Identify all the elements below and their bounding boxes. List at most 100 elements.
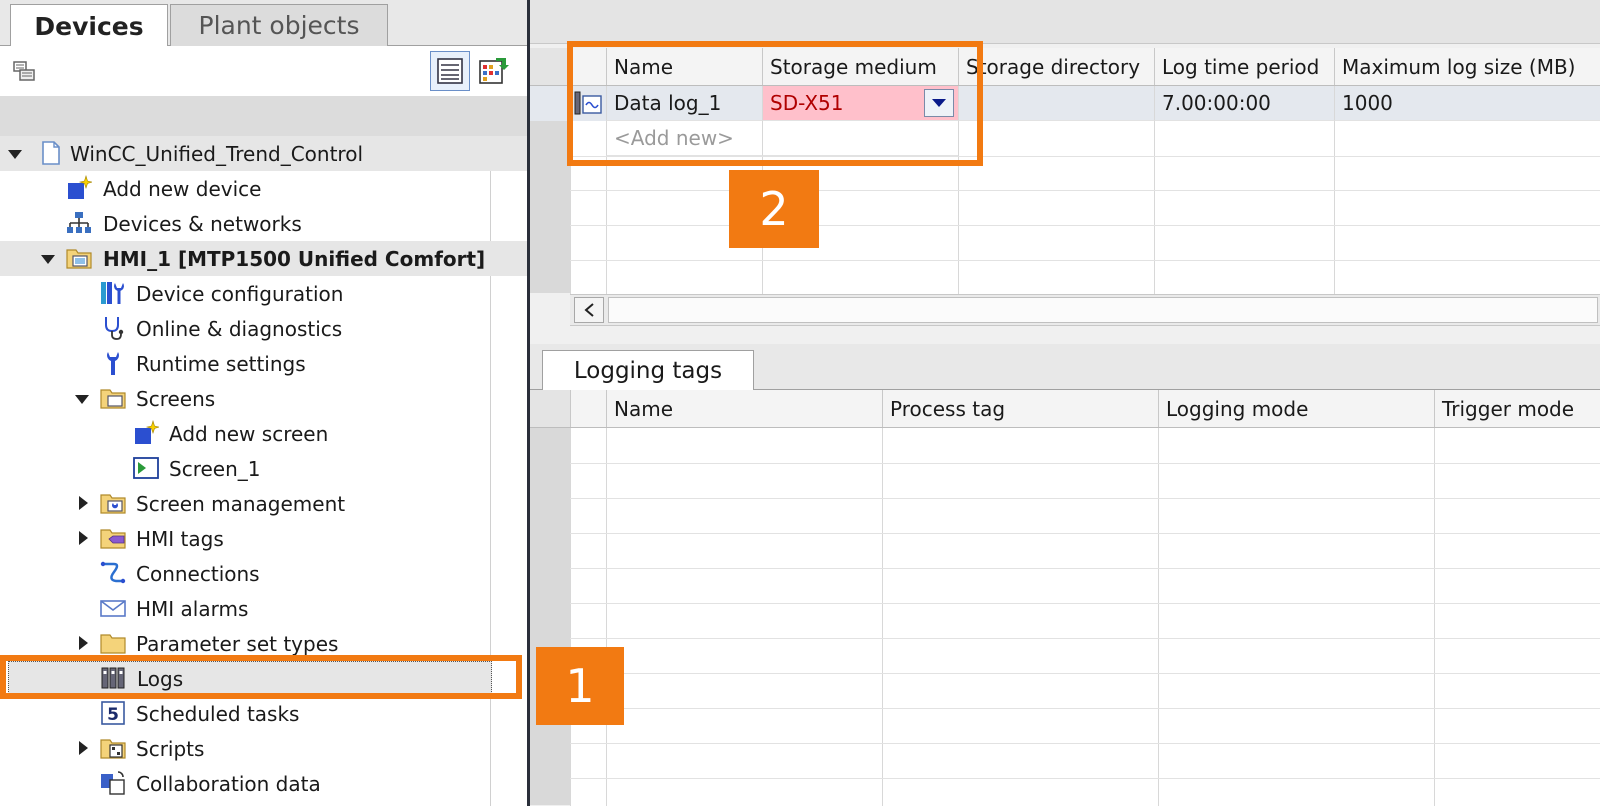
collapse-arrow-icon[interactable] bbox=[8, 147, 22, 161]
svg-text:5: 5 bbox=[107, 705, 119, 725]
logs-icon bbox=[101, 667, 125, 689]
tree-item-label: Devices & networks bbox=[103, 212, 302, 236]
column-header-trigger-mode[interactable]: Trigger mode bbox=[1434, 390, 1600, 427]
tab-devices[interactable]: Devices bbox=[10, 4, 168, 47]
folder-icon bbox=[100, 739, 126, 759]
project-tree-tabbar: Devices Plant objects bbox=[0, 0, 527, 47]
tree-item-screens[interactable]: Screens bbox=[0, 381, 527, 416]
tree-item-connections[interactable]: Connections bbox=[0, 556, 527, 591]
storage-medium-value: SD-X51 bbox=[770, 91, 844, 115]
grid-line bbox=[570, 260, 1600, 261]
tree-item-label: Connections bbox=[136, 562, 260, 586]
grid-line bbox=[570, 428, 571, 806]
grid-line bbox=[570, 638, 1600, 639]
cell-log-time-period[interactable]: 7.00:00:00 bbox=[1154, 86, 1334, 121]
collapse-arrow-icon[interactable] bbox=[75, 392, 89, 406]
column-header-logging-mode[interactable]: Logging mode bbox=[1158, 390, 1434, 427]
callout-badge-1: 1 bbox=[536, 647, 624, 725]
project-tree-toolbar bbox=[0, 46, 527, 96]
tree-item-label: Logs bbox=[137, 667, 184, 691]
tree-item-add-new-screen[interactable]: Add new screen bbox=[0, 416, 527, 451]
grid-line bbox=[1158, 428, 1159, 806]
tree-item-label: Screen management bbox=[136, 492, 346, 516]
expand-arrow-icon[interactable] bbox=[76, 636, 90, 650]
tree-item-label: Screens bbox=[136, 387, 216, 411]
add-screen-icon bbox=[135, 420, 159, 444]
tab-logging-tags[interactable]: Logging tags bbox=[542, 350, 754, 391]
tree-item-screen-management[interactable]: Screen management bbox=[0, 486, 527, 521]
column-header-storage-medium[interactable]: Storage medium bbox=[762, 48, 958, 85]
tree-item-add-new-device[interactable]: Add new device bbox=[0, 171, 527, 206]
tree-item-device-configuration[interactable]: Device configuration bbox=[0, 276, 527, 311]
column-header-process-tag[interactable]: Process tag bbox=[882, 390, 1158, 427]
logging-tags-tabbar: Logging tags bbox=[530, 344, 1600, 391]
column-header-max-log-size[interactable]: Maximum log size (MB) bbox=[1334, 48, 1600, 85]
tree-item-hmi-alarms[interactable]: HMI alarms bbox=[0, 591, 527, 626]
folder-icon bbox=[100, 389, 126, 409]
logging-tags-table-body bbox=[530, 428, 1600, 806]
tree-item-scripts[interactable]: Scripts bbox=[0, 731, 527, 766]
grid-line bbox=[570, 708, 1600, 709]
collapse-arrow-icon[interactable] bbox=[41, 252, 55, 266]
empty-cell bbox=[1154, 121, 1334, 294]
grid-line bbox=[882, 428, 883, 806]
cell-name[interactable]: Data log_1 bbox=[606, 86, 762, 121]
diagnostics-icon bbox=[105, 317, 124, 340]
folder-icon bbox=[100, 634, 126, 654]
grid-line bbox=[570, 568, 1600, 569]
chevron-left-icon bbox=[584, 303, 594, 317]
hmi-folder-icon bbox=[66, 249, 92, 269]
column-header-name[interactable]: Name bbox=[606, 48, 762, 85]
grid-line bbox=[1434, 428, 1435, 806]
folder-icon bbox=[100, 529, 126, 549]
tree-item-runtime-settings[interactable]: Runtime settings bbox=[0, 346, 527, 381]
screen-icon bbox=[133, 457, 159, 479]
expand-arrow-icon[interactable] bbox=[76, 496, 90, 510]
tree-item-screen-1[interactable]: Screen_1 bbox=[0, 451, 527, 486]
logs-table-horizontal-scrollbar[interactable] bbox=[570, 294, 1600, 326]
tree-item-online-diagnostics[interactable]: Online & diagnostics bbox=[0, 311, 527, 346]
list-view-button[interactable] bbox=[430, 51, 470, 91]
scheduled-task-icon: 5 bbox=[101, 701, 125, 725]
expand-arrow-icon[interactable] bbox=[76, 741, 90, 755]
tree-item-scheduled-tasks[interactable]: 5 Scheduled tasks bbox=[0, 696, 527, 731]
tab-plant-objects[interactable]: Plant objects bbox=[170, 4, 388, 46]
chevron-down-icon bbox=[932, 99, 946, 107]
cell-storage-directory[interactable] bbox=[958, 86, 1154, 121]
scroll-thumb[interactable] bbox=[608, 297, 1598, 323]
project-tree-pane: Devices Plant objects WinCC_Unified_Tren… bbox=[0, 0, 527, 806]
grid-line bbox=[570, 603, 1600, 604]
tree-item-parameter-set-types[interactable]: Parameter set types bbox=[0, 626, 527, 661]
expand-arrow-icon[interactable] bbox=[76, 531, 90, 545]
empty-cell bbox=[1334, 121, 1600, 294]
tree-view-icon[interactable] bbox=[12, 58, 42, 86]
tree-item-label: HMI_1 [MTP1500 Unified Comfort] bbox=[103, 247, 486, 271]
storage-medium-dropdown-button[interactable] bbox=[924, 89, 954, 117]
tree-item-label: WinCC_Unified_Trend_Control bbox=[70, 142, 363, 166]
cell-storage-medium[interactable]: SD-X51 bbox=[762, 86, 958, 121]
tree-item-devices-networks[interactable]: Devices & networks bbox=[0, 206, 527, 241]
grid-line bbox=[606, 428, 607, 806]
tree-item-hmi-1[interactable]: HMI_1 [MTP1500 Unified Comfort] bbox=[0, 241, 527, 276]
tree-item-project[interactable]: WinCC_Unified_Trend_Control bbox=[0, 136, 527, 171]
scroll-left-button[interactable] bbox=[574, 297, 604, 323]
row-header-column bbox=[530, 428, 570, 806]
column-header-name[interactable]: Name bbox=[606, 390, 882, 427]
row-type-cell bbox=[570, 86, 606, 121]
column-header-log-time-period[interactable]: Log time period bbox=[1154, 48, 1334, 85]
detail-view-icon[interactable] bbox=[478, 55, 510, 87]
add-new-row[interactable]: <Add new> bbox=[606, 121, 762, 156]
tree-item-label: Parameter set types bbox=[136, 632, 339, 656]
table-row[interactable]: Data log_1 SD-X51 7.00:00:00 1000 bbox=[530, 86, 1600, 121]
cell-max-log-size[interactable]: 1000 bbox=[1334, 86, 1600, 121]
tree-item-collaboration-data[interactable]: Collaboration data bbox=[0, 766, 527, 801]
grid-line bbox=[570, 743, 1600, 744]
tree-item-label: Screen_1 bbox=[169, 457, 261, 481]
icon-column-header bbox=[570, 390, 606, 427]
tree-item-hmi-tags[interactable]: HMI tags bbox=[0, 521, 527, 556]
logs-editor-pane: Name Storage medium Storage directory Lo… bbox=[530, 0, 1600, 806]
grid-line bbox=[570, 156, 1600, 157]
tree-item-label: HMI alarms bbox=[136, 597, 249, 621]
column-header-storage-directory[interactable]: Storage directory bbox=[958, 48, 1154, 85]
tree-item-logs[interactable]: Logs bbox=[8, 661, 492, 696]
